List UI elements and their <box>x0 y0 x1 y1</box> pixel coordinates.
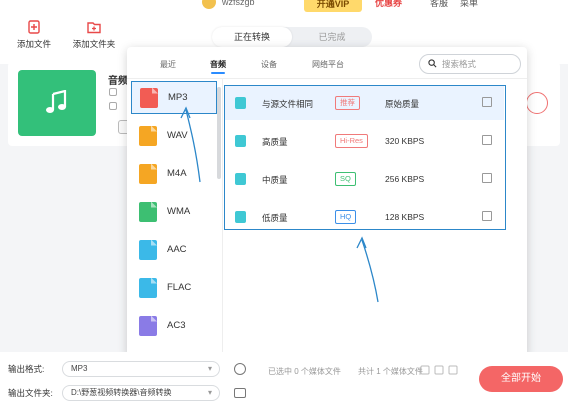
format-item[interactable]: MP3 <box>131 81 217 114</box>
service-link[interactable]: 客服 <box>430 0 448 9</box>
format-item[interactable]: M4A <box>131 157 217 190</box>
add-folder-label: 添加文件夹 <box>72 39 116 49</box>
avatar[interactable] <box>200 0 218 11</box>
quality-bitrate: 128 KBPS <box>385 212 425 222</box>
audio-file-icon <box>235 97 246 109</box>
quality-badge: HQ <box>335 210 357 224</box>
quality-name: 高质量 <box>262 137 288 147</box>
row-action-icon[interactable] <box>420 365 430 375</box>
quality-bitrate: 256 KBPS <box>385 174 425 184</box>
format-item[interactable]: AC3 <box>131 309 217 342</box>
audio-file-icon <box>235 173 246 185</box>
quality-badge: 推荐 <box>335 96 360 110</box>
add-file-label: 添加文件 <box>16 39 51 49</box>
output-folder-label: 输出文件夹: <box>8 388 53 398</box>
bottom-bar: 输出格式: MP3 输出文件夹: D:\野葱视频转换器\音频转换 已选中 0 个… <box>0 352 568 406</box>
tab-converting[interactable]: 正在转换 <box>212 27 292 47</box>
duration-icon <box>109 102 117 110</box>
audio-file-icon <box>235 135 246 147</box>
file-format-icon <box>139 315 157 336</box>
selected-count: 已选中 0 个媒体文件 <box>268 367 341 376</box>
coupon-link[interactable]: 优惠券 <box>375 0 402 9</box>
add-file-button[interactable]: 添加文件 <box>4 20 64 50</box>
quality-row[interactable]: 中质量 SQ 256 KBPS <box>225 162 504 196</box>
audio-file-icon <box>235 211 246 223</box>
row-action-icon[interactable] <box>434 365 444 375</box>
format-list: MP3 WAV M4A WMA AAC FLAC AC3 <box>127 79 222 357</box>
edit-icon[interactable] <box>482 135 492 145</box>
quality-name: 与源文件相同 <box>262 99 314 109</box>
vip-button[interactable]: 开通VIP <box>304 0 362 12</box>
tab-completed[interactable]: 已完成 <box>292 27 372 47</box>
close-icon[interactable] <box>526 92 548 114</box>
edit-icon[interactable] <box>482 97 492 107</box>
quality-bitrate: 原始质量 <box>385 99 420 109</box>
file-name: 音频 <box>108 76 128 87</box>
output-folder-value: D:\野葱视频转换器\音频转换 <box>71 388 172 397</box>
quality-badge: SQ <box>335 172 356 186</box>
search-input[interactable]: 搜索格式 <box>419 54 521 74</box>
output-format-select[interactable]: MP3 <box>62 361 220 377</box>
info-icon <box>109 88 117 96</box>
row-action-icon[interactable] <box>448 365 458 375</box>
format-label: MP3 <box>168 92 188 103</box>
quality-row[interactable]: 高质量 Hi-Res 320 KBPS <box>225 124 504 158</box>
search-placeholder: 搜索格式 <box>442 59 477 69</box>
total-count: 共计 1 个媒体文件 <box>358 367 423 376</box>
format-item[interactable]: AAC <box>131 233 217 266</box>
quality-list: 与源文件相同 推荐 原始质量高质量 Hi-Res 320 KBPS 中质量 SQ 256 KB… <box>224 85 506 230</box>
folder-icon[interactable] <box>234 388 246 398</box>
format-label: WMA <box>167 206 191 217</box>
audio-thumbnail <box>18 70 96 136</box>
music-note-icon <box>46 90 67 113</box>
divider <box>222 79 223 357</box>
search-icon <box>428 59 437 68</box>
add-folder-icon <box>87 22 101 34</box>
user-info[interactable]: wzfszgb <box>200 0 255 11</box>
edit-icon[interactable] <box>482 211 492 221</box>
quality-row[interactable]: 低质量 HQ 128 KBPS <box>225 200 504 234</box>
format-popup: 最近 音频 设备 网络平台 搜索格式 MP3 WAV M4A WMA AAC FLAC AC… <box>127 47 527 357</box>
username: wzfszgb <box>222 0 255 7</box>
tab-audio[interactable]: 音频 <box>210 59 226 74</box>
format-label: AC3 <box>167 320 186 331</box>
tab-recent[interactable]: 最近 <box>160 59 176 70</box>
edit-icon[interactable] <box>482 173 492 183</box>
output-folder-select[interactable]: D:\野葱视频转换器\音频转换 <box>62 385 220 401</box>
format-item[interactable]: FLAC <box>131 271 217 304</box>
quality-badge: Hi-Res <box>335 134 368 148</box>
format-label: AAC <box>167 244 187 255</box>
status-icons <box>420 365 458 375</box>
format-label: M4A <box>167 168 187 179</box>
add-file-icon <box>28 20 40 34</box>
add-folder-button[interactable]: 添加文件夹 <box>64 20 124 50</box>
settings-icon[interactable] <box>234 363 246 375</box>
format-item[interactable]: WAV <box>131 119 217 152</box>
menu-link[interactable]: 菜单 <box>460 0 478 9</box>
quality-bitrate: 320 KBPS <box>385 136 425 146</box>
tab-network-platform[interactable]: 网络平台 <box>312 59 344 70</box>
output-format-value: MP3 <box>71 364 88 373</box>
start-all-button[interactable]: 全部开始 <box>479 366 563 392</box>
file-format-icon <box>139 125 157 146</box>
output-format-label: 输出格式: <box>8 364 45 374</box>
quality-row[interactable]: 与源文件相同 推荐 原始质量 <box>225 86 504 120</box>
file-format-icon <box>139 239 157 260</box>
file-format-icon <box>139 163 157 184</box>
quality-name: 低质量 <box>262 213 288 223</box>
main-tabs: 正在转换 已完成 <box>212 27 372 47</box>
file-format-icon <box>139 201 157 222</box>
file-format-icon <box>139 277 157 298</box>
file-format-icon <box>140 87 158 108</box>
format-item[interactable]: WMA <box>131 195 217 228</box>
tab-device[interactable]: 设备 <box>261 59 277 70</box>
format-list-scrollbar[interactable] <box>217 87 221 179</box>
format-label: WAV <box>167 130 188 141</box>
quality-name: 中质量 <box>262 175 288 185</box>
format-label: FLAC <box>167 282 192 293</box>
